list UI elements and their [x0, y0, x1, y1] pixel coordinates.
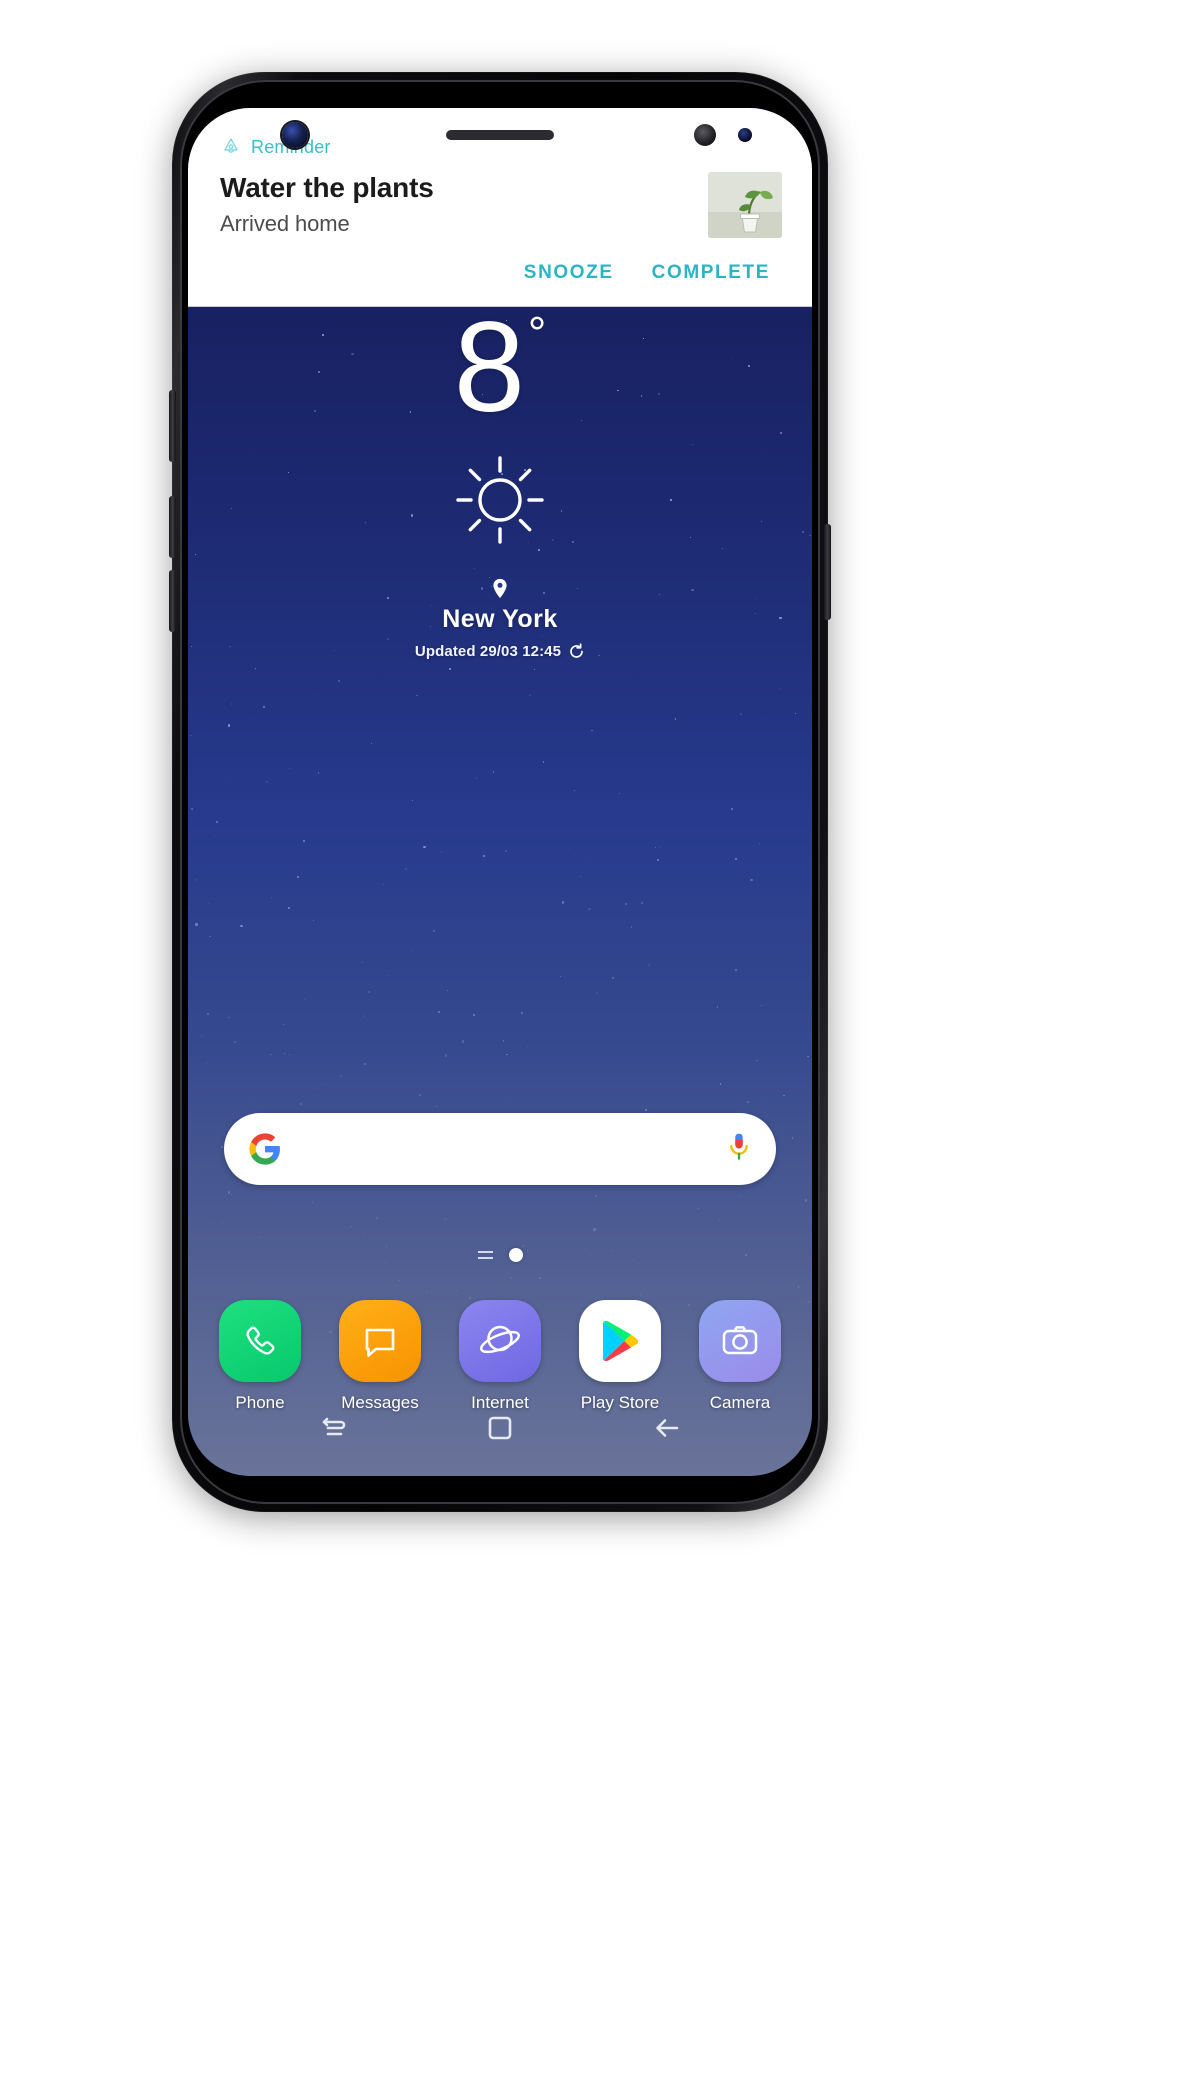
notification-subtitle: Arrived home: [220, 211, 350, 236]
weather-updated-row: Updated 29/03 12:45: [188, 643, 812, 660]
recents-button[interactable]: [295, 1397, 371, 1459]
weather-updated-text: Updated 29/03 12:45: [414, 643, 562, 660]
play-store-icon: [579, 1300, 661, 1382]
recents-icon: [323, 1417, 346, 1436]
weather-condition: [188, 448, 812, 552]
weather-widget[interactable]: 8 ° New York Updated 29/03 12:45: [188, 304, 812, 660]
weather-degree-symbol: °: [527, 307, 547, 359]
potted-plant-photo-icon: [708, 172, 782, 238]
snooze-button[interactable]: SNOOZE: [512, 256, 626, 290]
camera-icon: [699, 1300, 781, 1382]
notification-actions: SNOOZE COMPLETE: [220, 238, 782, 306]
planet-orbit-icon: [459, 1300, 541, 1382]
page-indicator: [188, 1248, 812, 1262]
message-bubble-icon: [339, 1300, 421, 1382]
notification-header: Reminder: [220, 136, 782, 158]
back-button[interactable]: [629, 1397, 705, 1459]
reminder-bell-icon: [224, 138, 238, 153]
phone-mockup: Reminder Water the plants Arrived home S…: [169, 72, 831, 1512]
back-arrow-icon: [655, 1419, 678, 1437]
app-list-lines-icon[interactable]: [477, 1251, 493, 1259]
power-button[interactable]: [824, 524, 831, 620]
weather-temperature: 8: [453, 296, 525, 439]
notification-body: Water the plants Arrived home: [220, 168, 782, 238]
google-search-bar[interactable]: [224, 1113, 776, 1185]
notification-text-column: Water the plants Arrived home: [220, 168, 694, 237]
weather-location: [188, 578, 812, 599]
navigation-bar: [188, 1380, 812, 1476]
home-square-icon: [488, 1416, 512, 1440]
home-page-dot-icon[interactable]: [508, 1248, 523, 1262]
notification-thumbnail: [708, 172, 782, 238]
google-g-icon: [249, 1133, 280, 1165]
notification-app-name: Reminder: [251, 136, 331, 157]
weather-city: New York: [442, 605, 558, 633]
voice-mic-icon[interactable]: [726, 1132, 752, 1166]
sun-clear-icon: [456, 456, 544, 544]
home-button[interactable]: [462, 1397, 538, 1459]
search-input[interactable]: [300, 1136, 716, 1162]
notification-card[interactable]: Reminder Water the plants Arrived home S…: [188, 108, 812, 307]
phone-handset-icon: [219, 1300, 301, 1382]
bixby-button[interactable]: [169, 390, 176, 462]
weather-temperature-row: 8 °: [188, 304, 812, 432]
phone-screen: Reminder Water the plants Arrived home S…: [188, 108, 812, 1476]
location-pin-icon: [493, 578, 507, 599]
volume-down-button[interactable]: [169, 496, 176, 558]
notification-title: Water the plants: [220, 172, 434, 203]
complete-button[interactable]: COMPLETE: [640, 256, 782, 290]
refresh-icon[interactable]: [568, 643, 585, 660]
volume-up-button[interactable]: [169, 570, 176, 632]
